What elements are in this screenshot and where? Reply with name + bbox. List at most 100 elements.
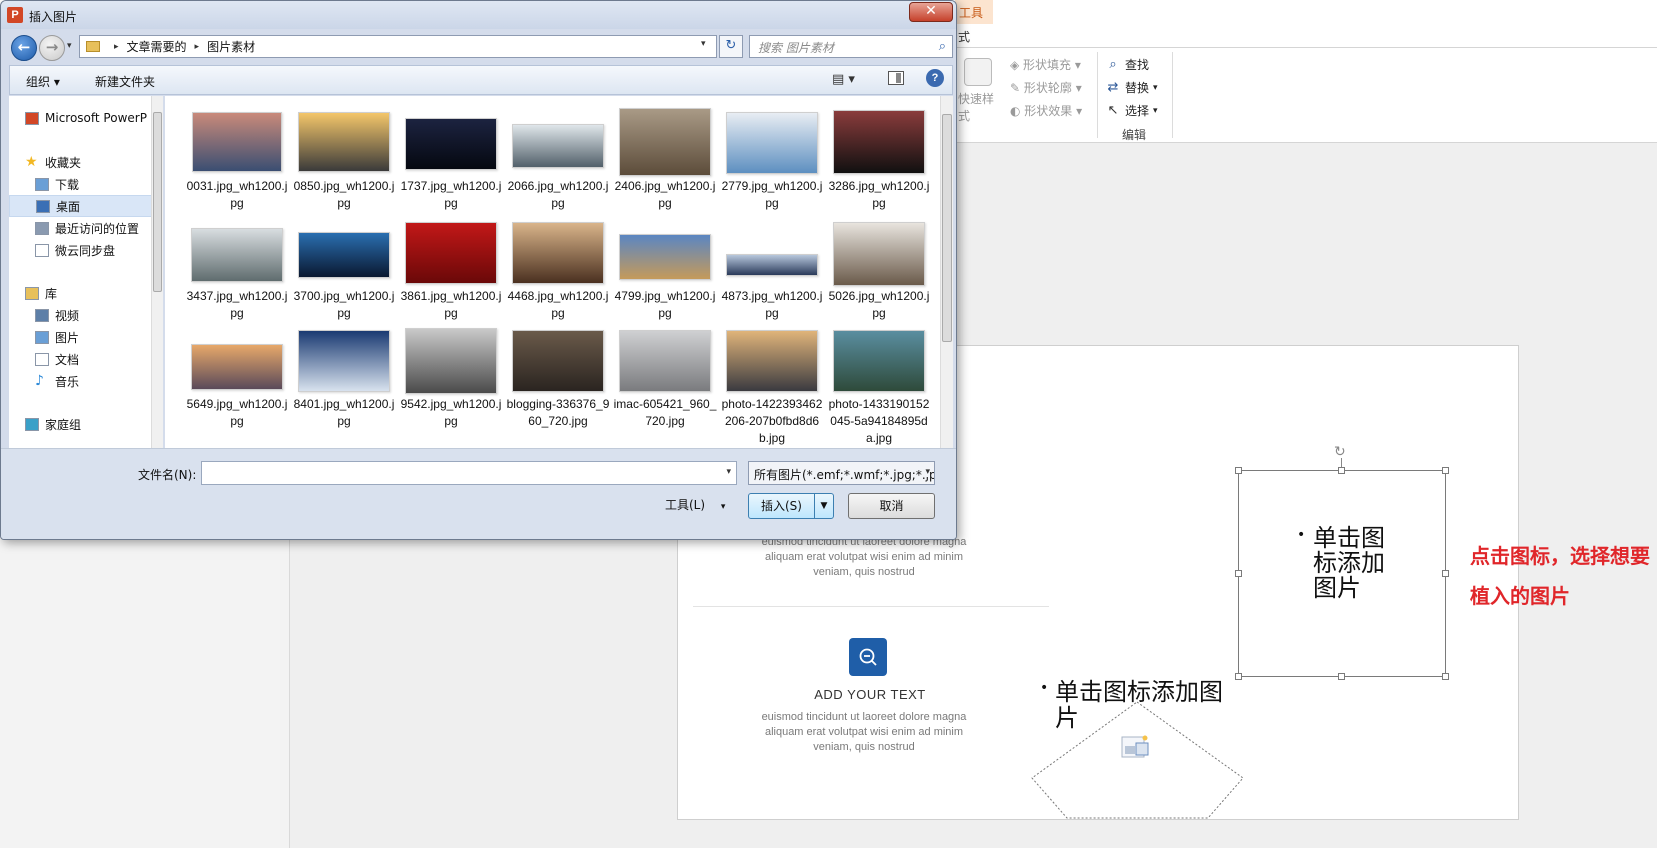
navigation-scrollbar[interactable] bbox=[151, 96, 163, 448]
image-thumbnail[interactable] bbox=[298, 232, 390, 278]
file-item[interactable]: 9542.jpg_wh1200.jpg bbox=[399, 322, 503, 430]
scrollbar-thumb[interactable] bbox=[153, 112, 162, 292]
nav-item[interactable]: 下载 bbox=[9, 173, 153, 195]
nav-item[interactable]: Microsoft PowerP bbox=[9, 107, 153, 129]
breadcrumb-separator[interactable]: ▸ bbox=[195, 42, 200, 52]
nav-item[interactable]: ★ 收藏夹 bbox=[9, 151, 153, 173]
image-thumbnail[interactable] bbox=[405, 328, 497, 394]
image-thumbnail[interactable] bbox=[191, 228, 283, 282]
breadcrumb-item[interactable]: 文章需要的 bbox=[127, 38, 187, 55]
nav-item[interactable]: ♪ 音乐 bbox=[9, 370, 153, 392]
file-list[interactable]: 0031.jpg_wh1200.jpg 0850.jpg_wh1200.jpg 17… bbox=[165, 96, 940, 448]
filename-input[interactable]: ▾ bbox=[201, 461, 737, 485]
quick-styles-button[interactable]: 快速样式 bbox=[958, 58, 998, 123]
breadcrumb-separator[interactable]: ▸ bbox=[114, 42, 119, 52]
image-thumbnail[interactable] bbox=[726, 112, 818, 174]
nav-item[interactable]: 图片 bbox=[9, 326, 153, 348]
refresh-button[interactable]: ↻ bbox=[719, 35, 743, 58]
file-item[interactable]: imac-605421_960_720.jpg bbox=[613, 322, 717, 430]
file-item[interactable]: 1737.jpg_wh1200.jpg bbox=[399, 104, 503, 212]
image-thumbnail[interactable] bbox=[833, 222, 925, 286]
nav-item[interactable]: 视频 bbox=[9, 304, 153, 326]
insert-picture-icon[interactable] bbox=[1121, 733, 1151, 761]
file-item[interactable]: 5026.jpg_wh1200.jpg bbox=[827, 214, 931, 322]
select-button[interactable]: ↖ 选择 ▾ bbox=[1105, 102, 1158, 119]
scrollbar-thumb[interactable] bbox=[942, 114, 952, 342]
image-thumbnail[interactable] bbox=[512, 330, 604, 392]
resize-handle[interactable] bbox=[1235, 570, 1242, 577]
resize-handle[interactable] bbox=[1338, 467, 1345, 474]
resize-handle[interactable] bbox=[1442, 467, 1449, 474]
nav-item[interactable]: 文档 bbox=[9, 348, 153, 370]
nav-item[interactable]: 家庭组 bbox=[9, 413, 153, 435]
file-item[interactable]: 4873.jpg_wh1200.jpg bbox=[720, 214, 824, 322]
image-thumbnail[interactable] bbox=[619, 330, 711, 392]
format-tab[interactable]: 式 bbox=[958, 28, 970, 45]
organize-button[interactable]: 组织 ▾ bbox=[26, 73, 60, 90]
image-thumbnail[interactable] bbox=[619, 234, 711, 280]
breadcrumb-item[interactable]: 图片素材 bbox=[207, 38, 255, 55]
replace-button[interactable]: ⇄ 替换 ▾ bbox=[1105, 79, 1158, 96]
file-item[interactable]: photo-1422393462206-207b0fbd8d6b.jpg bbox=[720, 322, 824, 445]
dialog-titlebar[interactable]: P 插入图片 ✕ bbox=[1, 1, 956, 29]
drawing-tools-tab[interactable]: 工具 bbox=[955, 0, 993, 24]
shape-fill-button[interactable]: ◈ 形状填充 ▾ bbox=[1010, 56, 1081, 73]
file-item[interactable]: photo-1433190152045-5a94184895da.jpg bbox=[827, 322, 931, 445]
chevron-down-icon[interactable]: ▾ bbox=[726, 467, 731, 477]
back-button[interactable]: ← bbox=[11, 35, 37, 61]
cancel-button[interactable]: 取消 bbox=[848, 493, 935, 519]
nav-item[interactable]: 桌面 bbox=[9, 195, 153, 217]
new-folder-button[interactable]: 新建文件夹 bbox=[95, 73, 155, 90]
file-item[interactable]: 2406.jpg_wh1200.jpg bbox=[613, 104, 717, 212]
find-button[interactable]: ⌕ 查找 bbox=[1105, 56, 1149, 73]
image-thumbnail[interactable] bbox=[192, 112, 282, 172]
address-dropdown-button[interactable]: ▾ bbox=[701, 39, 706, 49]
image-thumbnail[interactable] bbox=[726, 254, 818, 276]
file-item[interactable]: 8401.jpg_wh1200.jpg bbox=[292, 322, 396, 430]
file-item[interactable]: 2779.jpg_wh1200.jpg bbox=[720, 104, 824, 212]
close-button[interactable]: ✕ bbox=[909, 2, 953, 22]
shape-outline-button[interactable]: ✎ 形状轮廓 ▾ bbox=[1010, 79, 1082, 96]
nav-item[interactable]: 最近访问的位置 bbox=[9, 217, 153, 239]
file-item[interactable]: 0850.jpg_wh1200.jpg bbox=[292, 104, 396, 212]
nav-item[interactable]: 微云同步盘 bbox=[9, 239, 153, 261]
address-bar[interactable]: ▸ 文章需要的 ▸ 图片素材 bbox=[79, 35, 717, 58]
preview-pane-button[interactable] bbox=[888, 71, 904, 85]
resize-handle[interactable] bbox=[1338, 673, 1345, 680]
file-item[interactable]: 0031.jpg_wh1200.jpg bbox=[185, 104, 289, 212]
file-item[interactable]: 4799.jpg_wh1200.jpg bbox=[613, 214, 717, 322]
filetype-select[interactable]: 所有图片(*.emf;*.wmf;*.jpg;*.jp ▾ bbox=[748, 461, 935, 485]
image-thumbnail[interactable] bbox=[833, 330, 925, 392]
insert-button[interactable]: 插入(S) ▼ bbox=[748, 493, 834, 519]
change-view-button[interactable]: ▤ ▾ bbox=[832, 72, 855, 87]
nav-item[interactable]: 库 bbox=[9, 282, 153, 304]
search-icon[interactable]: ⌕ bbox=[939, 39, 946, 54]
image-thumbnail[interactable] bbox=[298, 112, 390, 172]
file-item[interactable]: 3437.jpg_wh1200.jpg bbox=[185, 214, 289, 322]
file-item[interactable]: 2066.jpg_wh1200.jpg bbox=[506, 104, 610, 212]
file-item[interactable]: 3861.jpg_wh1200.jpg bbox=[399, 214, 503, 322]
recent-locations-dropdown[interactable]: ▾ bbox=[67, 41, 72, 51]
image-thumbnail[interactable] bbox=[726, 330, 818, 392]
resize-handle[interactable] bbox=[1442, 570, 1449, 577]
file-item[interactable]: blogging-336376_960_720.jpg bbox=[506, 322, 610, 430]
resize-handle[interactable] bbox=[1235, 467, 1242, 474]
insert-options-dropdown[interactable]: ▼ bbox=[815, 494, 833, 518]
tools-button[interactable]: 工具(L) ▾ bbox=[665, 496, 725, 513]
image-thumbnail[interactable] bbox=[512, 124, 604, 168]
rotate-handle-icon[interactable]: ↻ bbox=[1334, 444, 1346, 460]
help-button[interactable]: ? bbox=[926, 69, 944, 87]
insert-label[interactable]: 插入(S) bbox=[749, 494, 815, 518]
shape-effects-button[interactable]: ◐ 形状效果 ▾ bbox=[1010, 102, 1082, 119]
resize-handle[interactable] bbox=[1442, 673, 1449, 680]
image-thumbnail[interactable] bbox=[833, 110, 925, 174]
navigation-pane[interactable]: Microsoft PowerP ★ 收藏夹 下载 桌面 最近访问的位置 微云同步盘库视频图… bbox=[9, 96, 163, 448]
image-thumbnail[interactable] bbox=[619, 108, 711, 176]
file-item[interactable]: 3700.jpg_wh1200.jpg bbox=[292, 214, 396, 322]
file-item[interactable]: 5649.jpg_wh1200.jpg bbox=[185, 322, 289, 430]
file-item[interactable]: 4468.jpg_wh1200.jpg bbox=[506, 214, 610, 322]
file-list-scrollbar[interactable] bbox=[940, 96, 953, 448]
search-input[interactable]: 搜索 图片素材 ⌕ bbox=[749, 35, 953, 58]
image-thumbnail[interactable] bbox=[405, 222, 497, 284]
image-thumbnail[interactable] bbox=[512, 222, 604, 284]
